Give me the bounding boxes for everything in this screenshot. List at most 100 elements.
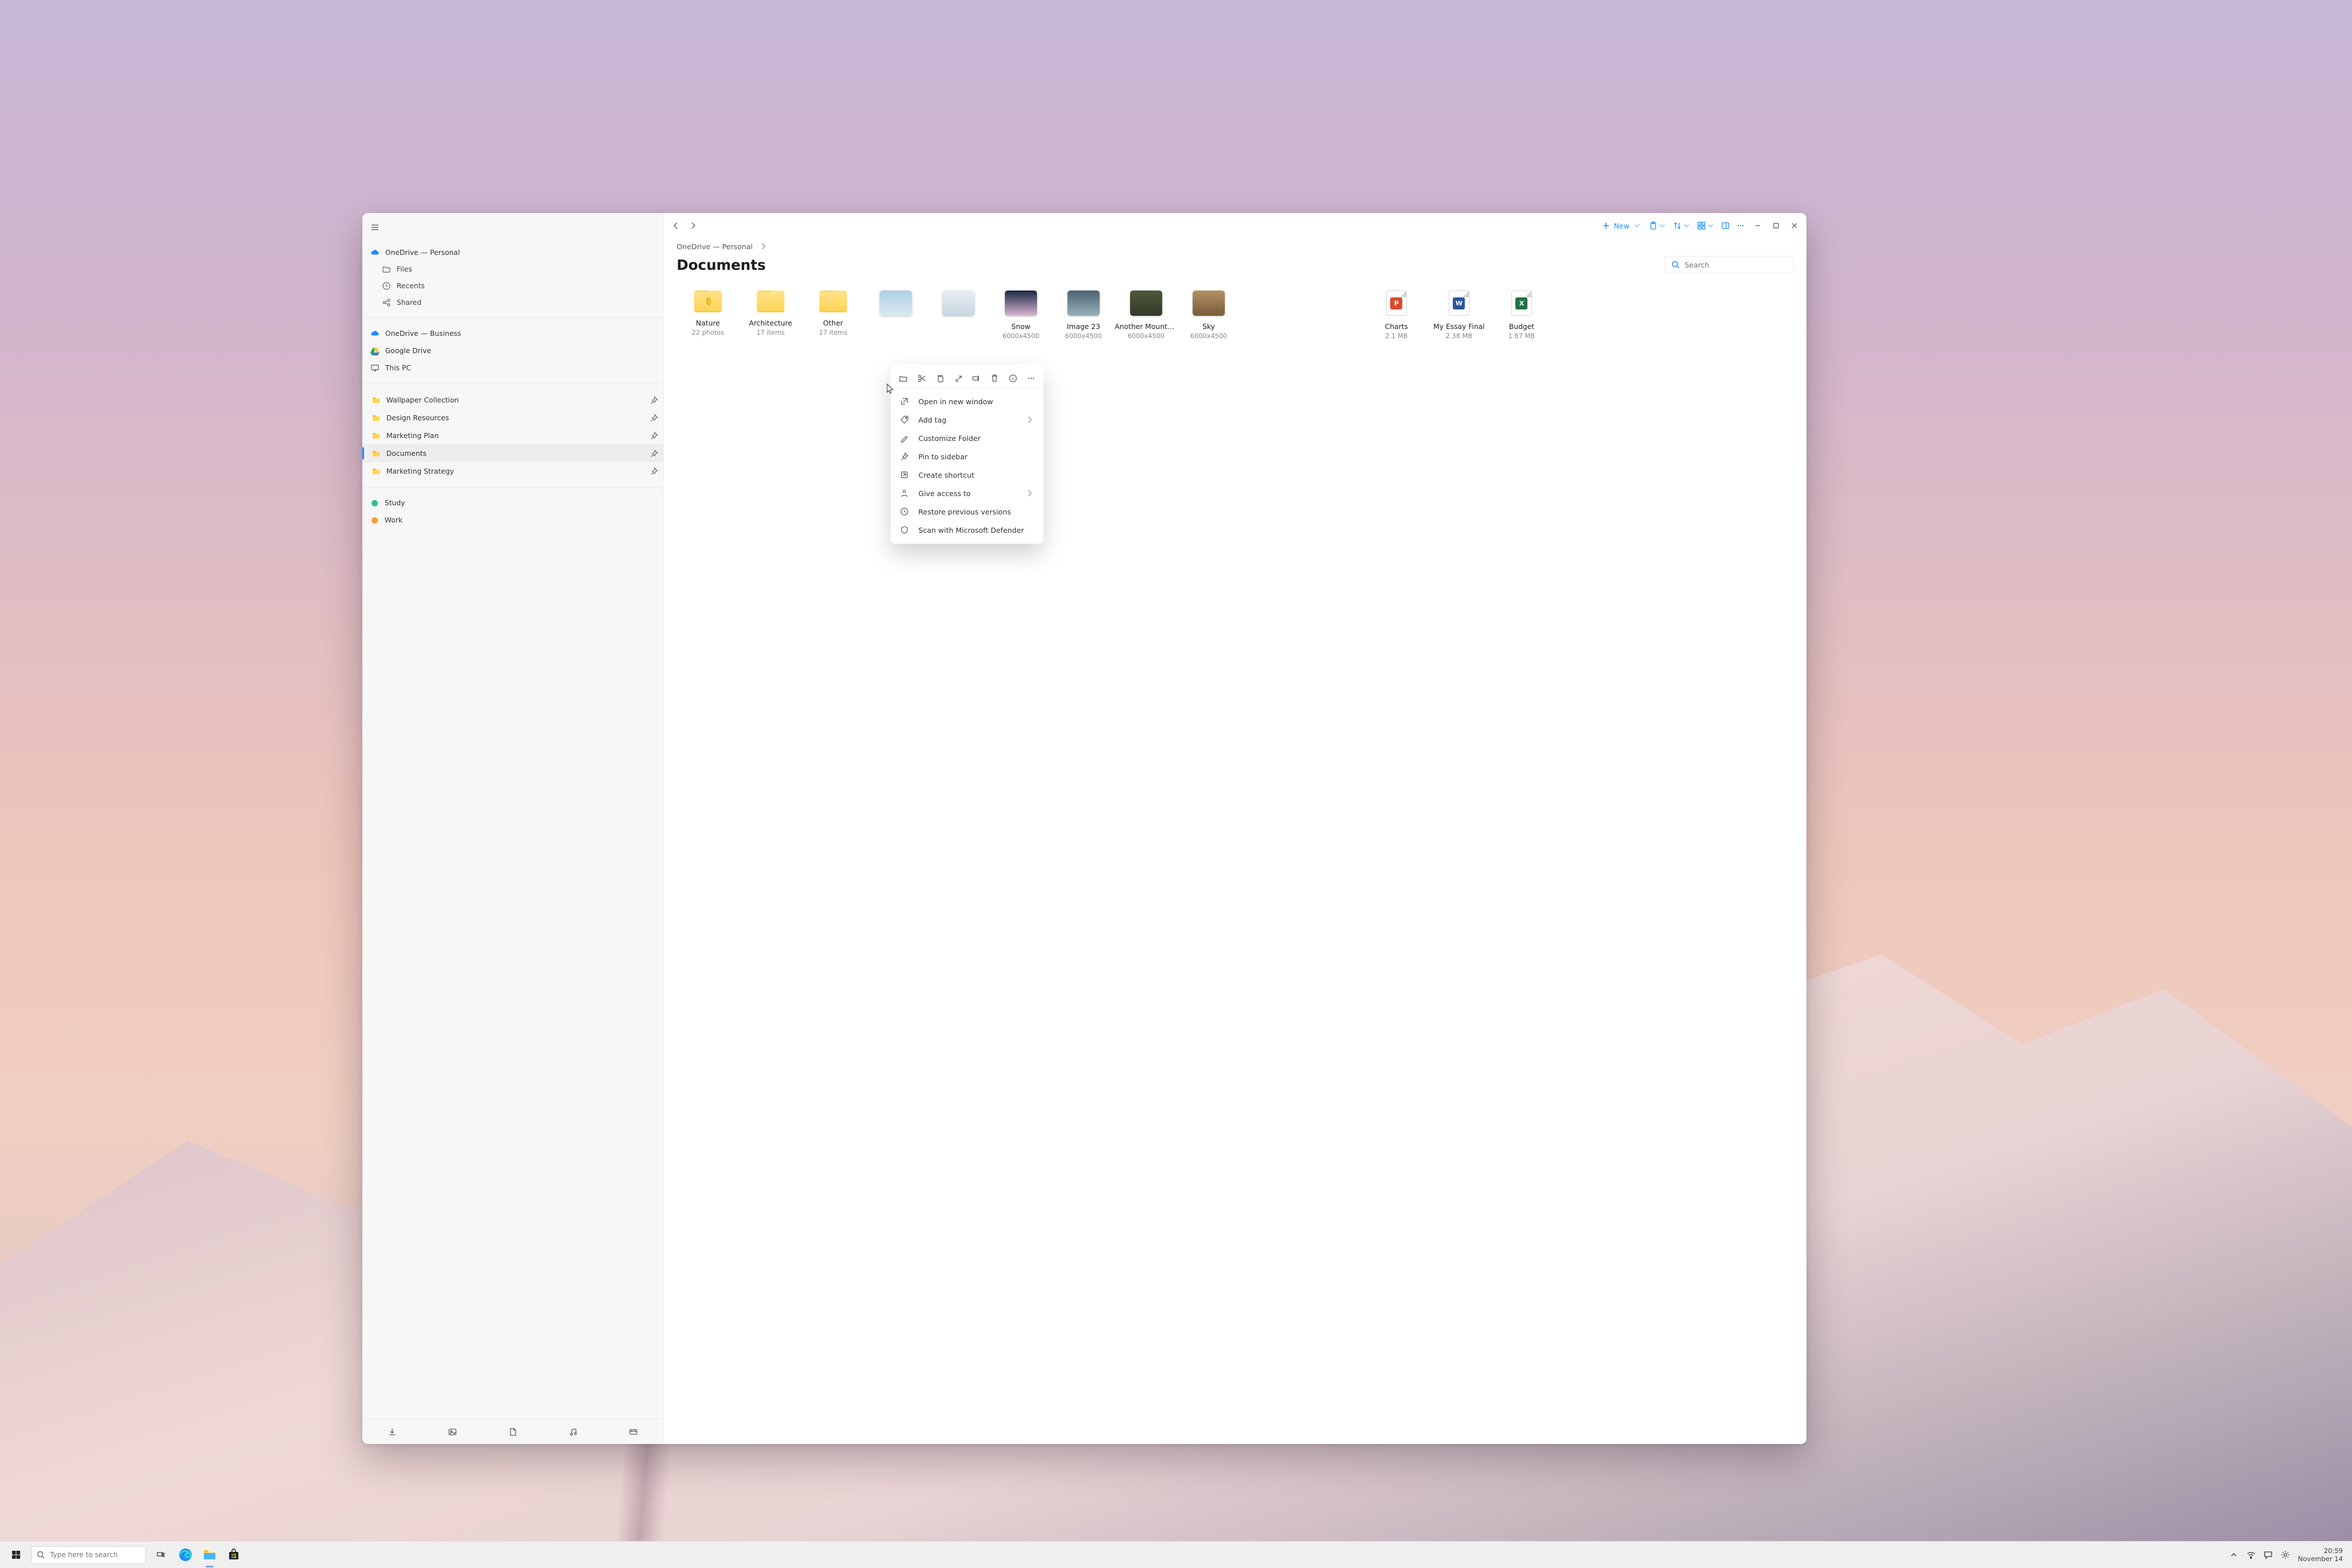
sidebar-source-onedrive-personal[interactable]: OneDrive — Personal xyxy=(362,244,664,261)
back-button[interactable] xyxy=(667,217,684,234)
file-tile[interactable]: Image 236000x4500 xyxy=(1052,291,1115,340)
search-input[interactable] xyxy=(1685,261,1788,269)
tile-meta: 17 items xyxy=(756,329,784,336)
task-view-button[interactable] xyxy=(148,1542,173,1568)
ctx-delete-button[interactable] xyxy=(987,371,1002,386)
clock-date: November 14 xyxy=(2298,1555,2343,1563)
sidebar: OneDrive — Personal Files Recents Shared… xyxy=(362,213,664,1444)
file-tile[interactable]: XBudget1.67 MB xyxy=(1490,291,1553,340)
sidebar-item-label: Shared xyxy=(397,299,421,307)
ctx-cut-button[interactable] xyxy=(914,371,929,386)
pencil-icon xyxy=(900,433,909,443)
file-tile[interactable]: Snow6000x4500 xyxy=(989,291,1052,340)
folder-thumbnail xyxy=(819,291,847,312)
info-icon xyxy=(1008,374,1018,383)
sidebar-bottom-bar xyxy=(362,1419,664,1444)
start-button[interactable] xyxy=(3,1542,29,1568)
tag-color-dot xyxy=(372,517,378,524)
pin-icon xyxy=(900,452,909,461)
pictures-button[interactable] xyxy=(425,1419,479,1444)
taskbar-search[interactable] xyxy=(31,1546,146,1564)
sidebar-pinned-item[interactable]: Marketing Plan xyxy=(362,427,664,444)
ctx-share-button[interactable] xyxy=(951,371,966,386)
ctx-copy-button[interactable] xyxy=(933,371,947,386)
context-menu-item-label: Open in new window xyxy=(918,397,1034,406)
tray-chevron-button[interactable] xyxy=(2226,1542,2242,1568)
sidebar-source-google-drive[interactable]: Google Drive xyxy=(362,342,664,359)
file-tile[interactable]: Nature22 photos xyxy=(676,291,739,340)
tile-meta: 6000x4500 xyxy=(1003,332,1039,340)
file-tile[interactable]: Architecture17 items xyxy=(739,291,802,340)
taskbar-app-edge[interactable] xyxy=(173,1542,198,1568)
context-menu-item[interactable]: Create shortcut xyxy=(891,466,1043,484)
new-button[interactable]: New xyxy=(1597,217,1645,234)
context-menu-item[interactable]: Open in new window xyxy=(891,392,1043,411)
context-menu-item[interactable]: Scan with Microsoft Defender xyxy=(891,521,1043,539)
minimize-button[interactable] xyxy=(1749,217,1766,234)
panel-button[interactable] xyxy=(1718,217,1733,234)
wifi-icon xyxy=(2246,1550,2256,1559)
context-menu-item[interactable]: Give access to xyxy=(891,484,1043,502)
ctx-more-button[interactable] xyxy=(1024,371,1039,386)
sidebar-pinned-item[interactable]: Marketing Strategy xyxy=(362,462,664,480)
sidebar-source-onedrive-business[interactable]: OneDrive — Business xyxy=(362,325,664,342)
sidebar-source-this-pc[interactable]: This PC xyxy=(362,359,664,377)
context-menu-item[interactable]: Add tag xyxy=(891,411,1043,429)
file-tile[interactable] xyxy=(864,291,927,340)
paste-button[interactable] xyxy=(1646,217,1670,234)
taskbar-app-store[interactable] xyxy=(222,1542,246,1568)
sidebar-pinned-label: Marketing Plan xyxy=(386,432,439,440)
ctx-info-button[interactable] xyxy=(1005,371,1020,386)
folder-icon xyxy=(372,467,381,476)
sidebar-item-shared[interactable]: Shared xyxy=(362,294,664,311)
tray-chat-button[interactable] xyxy=(2260,1542,2276,1568)
close-button[interactable] xyxy=(1786,217,1803,234)
file-tile[interactable]: Other17 items xyxy=(802,291,864,340)
documents-button[interactable] xyxy=(486,1419,540,1444)
sidebar-tag-item[interactable]: Work xyxy=(362,512,664,529)
hamburger-menu-button[interactable] xyxy=(362,218,388,237)
file-tile[interactable]: PCharts2.1 MB xyxy=(1365,291,1428,340)
downloads-button[interactable] xyxy=(365,1419,419,1444)
tray-settings-button[interactable] xyxy=(2277,1542,2293,1568)
search-box[interactable] xyxy=(1665,256,1794,273)
tile-name: Budget xyxy=(1509,323,1534,331)
tray-wifi-button[interactable] xyxy=(2243,1542,2259,1568)
file-tile[interactable] xyxy=(927,291,989,340)
shield-icon xyxy=(900,525,909,535)
clock-icon xyxy=(382,281,391,291)
taskbar-app-file-explorer[interactable] xyxy=(198,1542,222,1568)
music-button[interactable] xyxy=(546,1419,600,1444)
more-button[interactable] xyxy=(1733,217,1748,234)
forward-button[interactable] xyxy=(684,217,702,234)
context-menu-item[interactable]: Pin to sidebar xyxy=(891,447,1043,466)
sidebar-item-files[interactable]: Files xyxy=(362,261,664,277)
sidebar-pinned-item[interactable]: Design Resources xyxy=(362,409,664,427)
history-icon xyxy=(900,507,909,516)
arrow-right-icon xyxy=(688,221,698,230)
file-tile[interactable]: Sky6000x4500 xyxy=(1177,291,1240,340)
context-menu-item[interactable]: Customize Folder xyxy=(891,429,1043,447)
share-icon xyxy=(382,298,391,307)
maximize-button[interactable] xyxy=(1767,217,1785,234)
sidebar-pinned-item[interactable]: Documents xyxy=(362,444,664,462)
context-menu-item[interactable]: Restore previous versions xyxy=(891,502,1043,521)
file-tile[interactable]: Another Mountain6000x4500 xyxy=(1115,291,1177,340)
sort-button[interactable] xyxy=(1670,217,1694,234)
sidebar-pinned-label: Documents xyxy=(386,450,427,458)
context-menu-item-label: Give access to xyxy=(918,489,1025,498)
image-thumbnail xyxy=(880,291,912,316)
video-icon xyxy=(629,1427,638,1437)
sidebar-item-recents[interactable]: Recents xyxy=(362,277,664,294)
ctx-rename-button[interactable] xyxy=(969,371,984,386)
sidebar-tag-item[interactable]: Study xyxy=(362,494,664,512)
taskbar-clock[interactable]: 20:59 November 14 xyxy=(2295,1547,2349,1563)
breadcrumb[interactable]: OneDrive — Personal xyxy=(676,242,1793,251)
ctx-open-button[interactable] xyxy=(896,371,911,386)
view-button[interactable] xyxy=(1694,217,1718,234)
videos-button[interactable] xyxy=(606,1419,660,1444)
sidebar-pinned-item[interactable]: Wallpaper Collection xyxy=(362,391,664,409)
taskbar-search-input[interactable] xyxy=(50,1551,141,1559)
file-tile[interactable]: WMy Essay Final2.38 MB xyxy=(1428,291,1490,340)
titlebar: New xyxy=(664,213,1806,238)
